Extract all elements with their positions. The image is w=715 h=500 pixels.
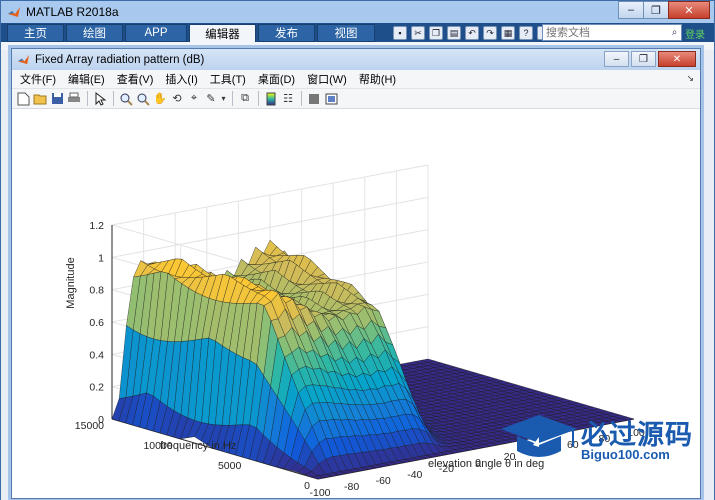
- figure-titlebar: Fixed Array radiation pattern (dB) – ❐ ✕: [12, 49, 700, 70]
- figure-minimize-button[interactable]: –: [604, 51, 629, 67]
- figure-toolbar: ✋ ⟲ ⌖ ✎ ▾ ⧉ ☷: [12, 89, 700, 109]
- save-icon[interactable]: [49, 91, 65, 107]
- search-documentation-input[interactable]: [542, 24, 670, 41]
- z-tick-label: 1.2: [89, 220, 104, 232]
- show-plot-tools-icon[interactable]: [323, 91, 339, 107]
- z-tick-label: 1: [98, 252, 104, 264]
- z-axis-label: Magnitude: [65, 257, 77, 308]
- zoom-in-icon[interactable]: [118, 91, 134, 107]
- tab-publish[interactable]: 发布: [258, 24, 315, 42]
- menu-insert[interactable]: 插入(I): [165, 71, 197, 87]
- watermark: 必过源码 Biguo100.com: [499, 411, 709, 467]
- zoom-out-icon[interactable]: [135, 91, 151, 107]
- x-tick-label: -80: [344, 481, 359, 493]
- paste-icon[interactable]: ▤: [447, 26, 461, 40]
- dock-arrow-icon[interactable]: ↘: [686, 73, 694, 84]
- figure-menubar: 文件(F) 编辑(E) 查看(V) 插入(I) 工具(T) 桌面(D) 窗口(W…: [12, 70, 700, 89]
- menu-help[interactable]: 帮助(H): [359, 71, 396, 87]
- matlab-logo-icon: [8, 7, 20, 17]
- brush-dropdown-icon[interactable]: ▾: [220, 91, 227, 107]
- z-tick-label: 0.6: [89, 317, 104, 329]
- y-tick-label: 15000: [75, 420, 104, 432]
- x-tick-label: -100: [309, 487, 330, 498]
- search-icon[interactable]: ⌕: [668, 24, 682, 41]
- graduation-cap-icon: [501, 415, 577, 457]
- cut-icon[interactable]: ✂: [411, 26, 425, 40]
- figure-title: Fixed Array radiation pattern (dB): [35, 53, 205, 66]
- menu-tools[interactable]: 工具(T): [210, 71, 246, 87]
- open-file-icon[interactable]: [32, 91, 48, 107]
- toolbar-separator: [232, 91, 233, 106]
- tab-home[interactable]: 主页: [7, 24, 64, 42]
- ribbon-tab-bar: 主页 绘图 APP 编辑器 发布 视图 ▪ ✂ ❐ ▤ ↶ ↷ ▦ ? ▾ ⌕ …: [1, 23, 714, 42]
- toolbar-separator: [301, 91, 302, 106]
- menu-window[interactable]: 窗口(W): [307, 71, 347, 87]
- y-axis-label: frequency in Hz: [160, 440, 236, 452]
- tab-plots[interactable]: 绘图: [66, 24, 123, 42]
- figure-close-button[interactable]: ✕: [658, 51, 696, 67]
- x-tick-label: -40: [407, 469, 422, 481]
- tab-editor[interactable]: 编辑器: [189, 24, 256, 42]
- toolbar-separator: [113, 91, 114, 106]
- print-icon[interactable]: [66, 91, 82, 107]
- minimize-button[interactable]: –: [618, 1, 644, 19]
- sign-in-link[interactable]: 登录: [685, 26, 705, 41]
- z-tick-label: 0.4: [89, 349, 104, 361]
- redo-icon[interactable]: ↷: [483, 26, 497, 40]
- quick-access-toolbar: ▪ ✂ ❐ ▤ ↶ ↷ ▦ ? ▾: [393, 24, 555, 42]
- matlab-titlebar: MATLAB R2018a – ❐ ✕: [1, 1, 714, 23]
- new-figure-icon[interactable]: [15, 91, 31, 107]
- z-tick-label: 0.8: [89, 285, 104, 297]
- pan-icon[interactable]: ✋: [152, 91, 168, 107]
- copy-icon[interactable]: ❐: [429, 26, 443, 40]
- undo-icon[interactable]: ↶: [465, 26, 479, 40]
- close-button[interactable]: ✕: [668, 1, 710, 19]
- figure-maximize-button[interactable]: ❐: [631, 51, 656, 67]
- rotate-3d-icon[interactable]: ⟲: [169, 91, 185, 107]
- pointer-icon[interactable]: [92, 91, 108, 107]
- menu-desktop[interactable]: 桌面(D): [258, 71, 295, 87]
- menu-edit[interactable]: 编辑(E): [68, 71, 105, 87]
- toolbar-separator: [87, 91, 88, 106]
- tab-view[interactable]: 视图: [317, 24, 375, 42]
- matlab-figure-icon: [17, 54, 30, 65]
- colorbar-icon[interactable]: [263, 91, 279, 107]
- app-title: MATLAB R2018a: [26, 5, 119, 19]
- menu-file[interactable]: 文件(F): [20, 71, 56, 87]
- x-tick-label: -60: [376, 475, 391, 487]
- legend-icon[interactable]: ☷: [280, 91, 296, 107]
- brush-icon[interactable]: ✎: [203, 91, 219, 107]
- y-tick-label: 5000: [218, 460, 242, 472]
- menu-view[interactable]: 查看(V): [117, 71, 154, 87]
- toolbar-separator: [258, 91, 259, 106]
- switch-windows-icon[interactable]: ▦: [501, 26, 515, 40]
- save-icon[interactable]: ▪: [393, 26, 407, 40]
- hide-plot-tools-icon[interactable]: [306, 91, 322, 107]
- maximize-button[interactable]: ❐: [643, 1, 669, 19]
- link-plot-icon[interactable]: ⧉: [237, 91, 253, 107]
- data-cursor-icon[interactable]: ⌖: [186, 91, 202, 107]
- watermark-url: Biguo100.com: [581, 447, 670, 462]
- matlab-window: MATLAB R2018a – ❐ ✕ 主页 绘图 APP 编辑器 发布 视图 …: [0, 0, 715, 500]
- help-icon[interactable]: ?: [519, 26, 533, 40]
- tab-apps[interactable]: APP: [125, 24, 187, 42]
- z-tick-label: 0.2: [89, 382, 104, 394]
